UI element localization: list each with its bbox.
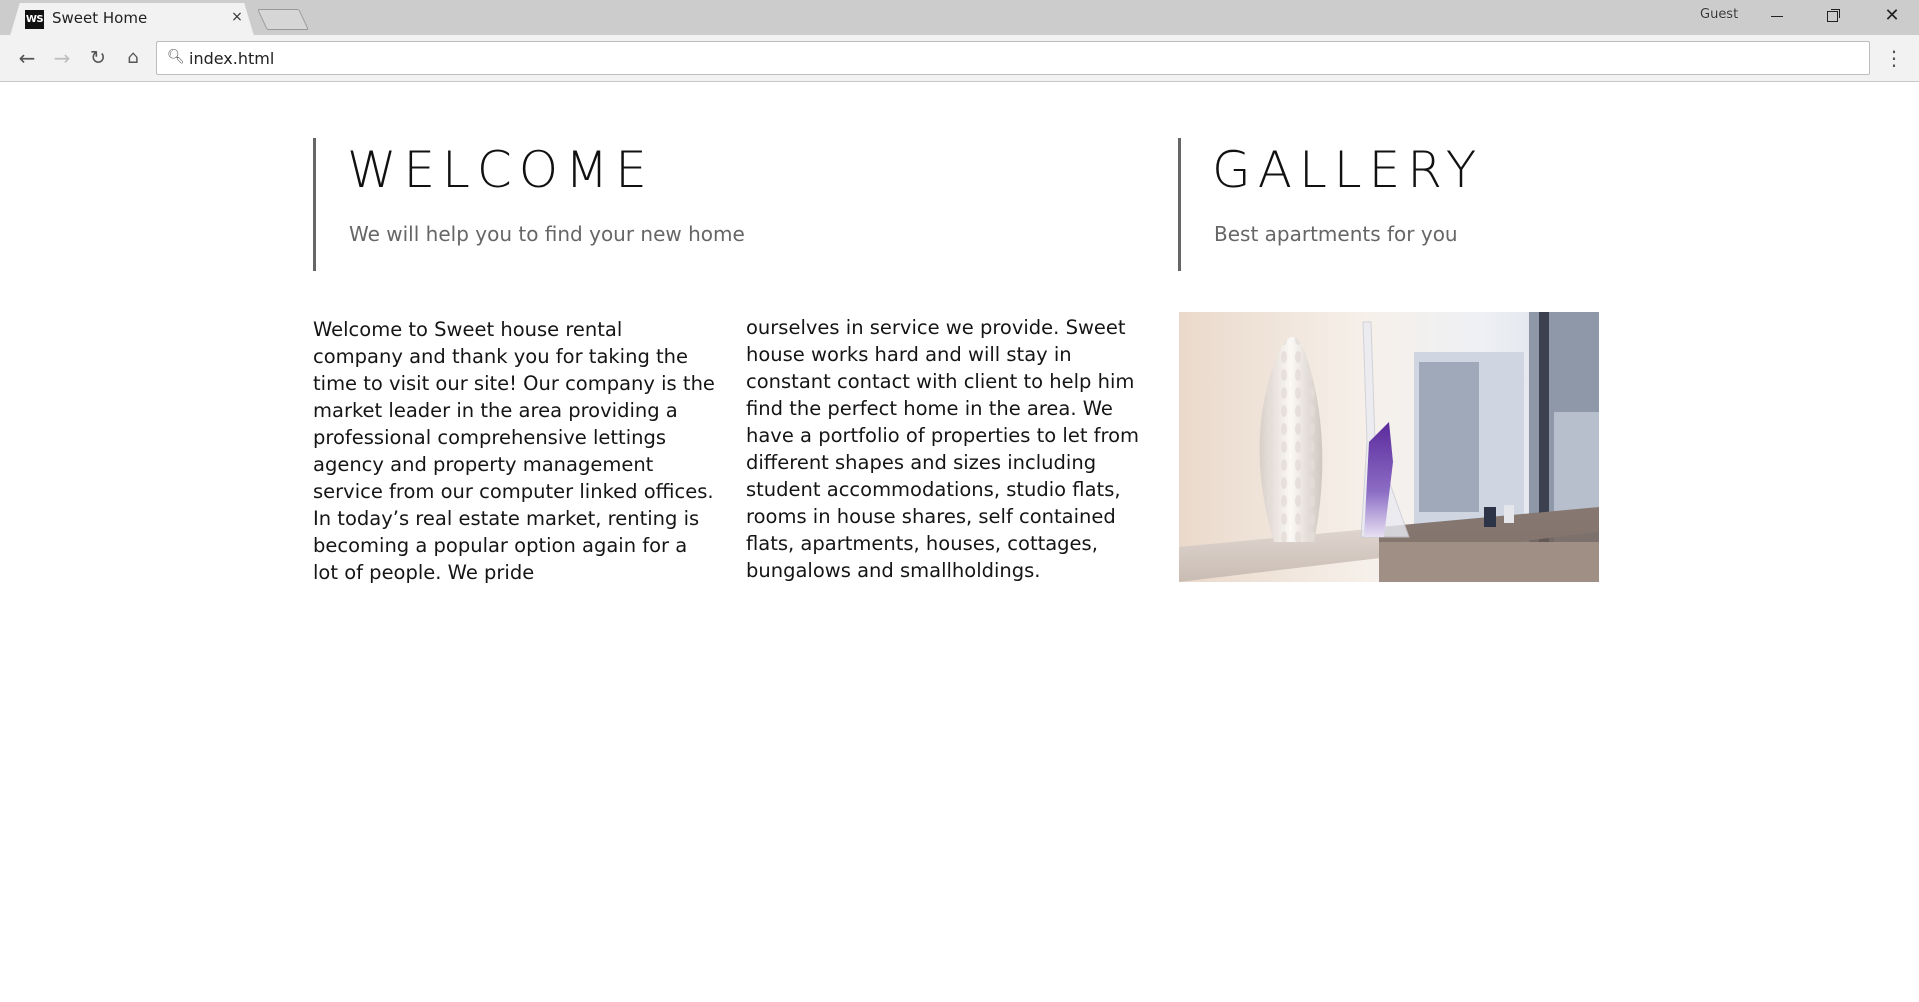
address-text[interactable]: index.html: [189, 49, 274, 68]
forward-arrow-icon: →: [53, 46, 71, 70]
back-arrow-icon: ←: [18, 46, 36, 70]
kebab-menu-icon: ⋮: [1884, 46, 1904, 70]
tab-close-icon[interactable]: ×: [228, 8, 246, 26]
window-close-button[interactable]: ✕: [1866, 0, 1918, 32]
browser-toolbar: ← → ↻ ⌂ 🔍︎ index.html ⋮: [0, 35, 1919, 82]
forward-button[interactable]: →: [47, 43, 77, 73]
profile-label[interactable]: Guest: [1700, 7, 1738, 22]
tab-title[interactable]: Sweet Home: [52, 9, 147, 27]
intro-paragraph-column-2: ourselves in service we provide. Sweet h…: [746, 316, 1140, 582]
minimize-icon: [1771, 16, 1783, 17]
page-viewport: WELCOME We will help you to find your ne…: [0, 82, 1919, 1002]
close-icon: ✕: [1884, 5, 1900, 26]
restore-button[interactable]: [1806, 0, 1858, 32]
minimize-button[interactable]: [1751, 0, 1803, 32]
gallery-header: GALLERY Best apartments for you: [1178, 138, 1598, 271]
restore-icon: [1826, 11, 1838, 22]
search-icon: 🔍︎: [167, 49, 185, 65]
home-icon: ⌂: [127, 47, 139, 68]
gallery-image: [1179, 312, 1599, 582]
favicon-icon: WS: [25, 10, 44, 29]
welcome-subtitle: We will help you to find your new home: [349, 222, 745, 246]
home-button[interactable]: ⌂: [118, 43, 148, 73]
welcome-title: WELCOME: [347, 141, 654, 199]
browser-tab-strip: WS Sweet Home × Guest ✕: [0, 0, 1919, 36]
gallery-title: GALLERY: [1212, 141, 1484, 199]
welcome-header: WELCOME We will help you to find your ne…: [313, 138, 1113, 271]
intro-paragraph-column-1: Welcome to Sweet house rental company an…: [313, 318, 715, 584]
gallery-subtitle: Best apartments for you: [1214, 222, 1458, 246]
new-tab-button[interactable]: [257, 9, 309, 30]
browser-menu-button[interactable]: ⋮: [1882, 43, 1906, 73]
address-bar[interactable]: 🔍︎ index.html: [156, 41, 1870, 75]
reload-button[interactable]: ↻: [83, 43, 113, 73]
reload-icon: ↻: [90, 47, 106, 69]
back-button[interactable]: ←: [12, 43, 42, 73]
